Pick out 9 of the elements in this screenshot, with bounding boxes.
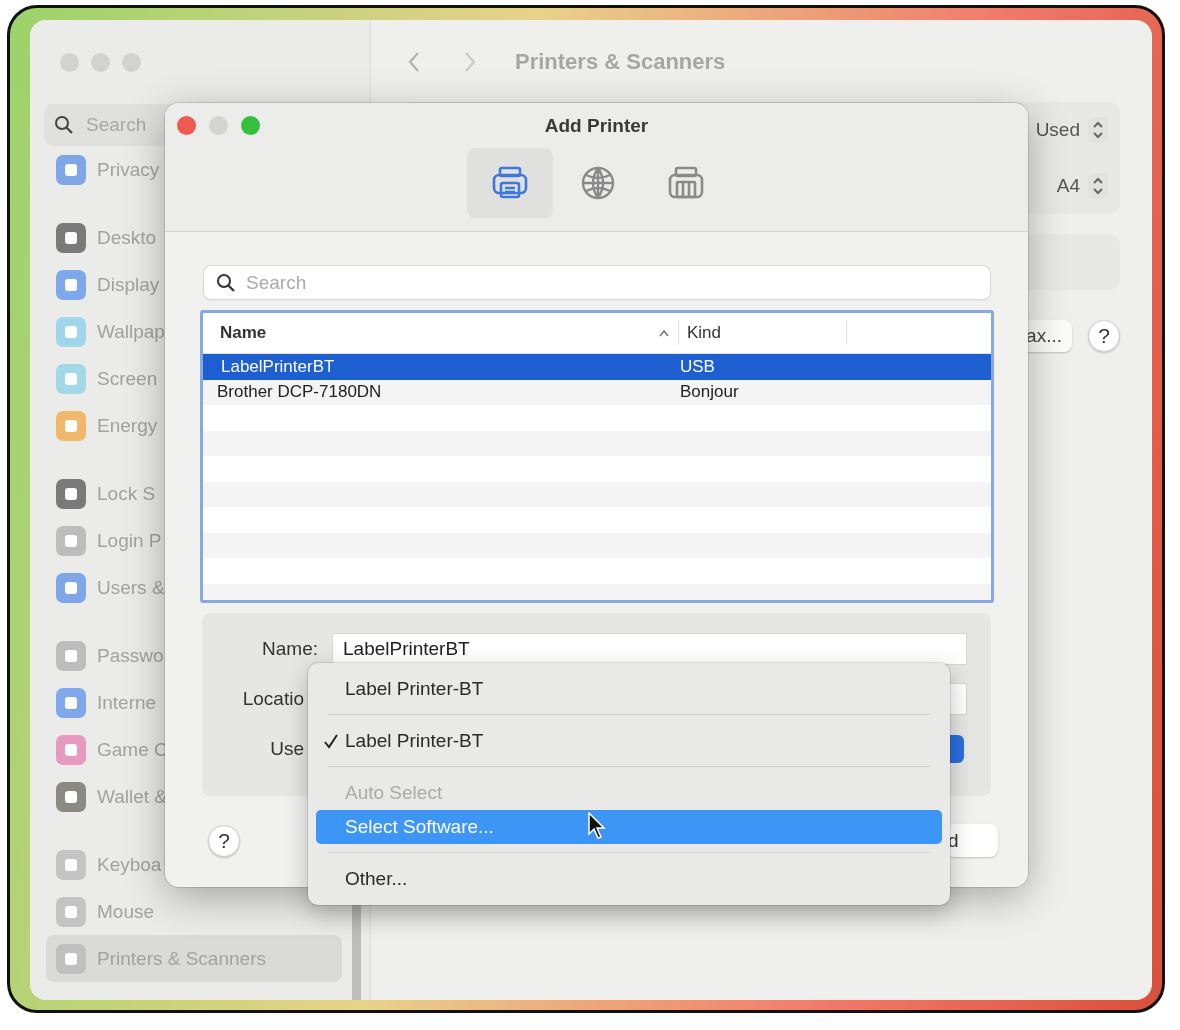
window-title: Printers & Scanners: [515, 49, 726, 75]
printer-name: Brother DCP-7180DN: [216, 382, 383, 403]
field-label: Name:: [261, 638, 318, 660]
printer-kind: USB: [680, 356, 715, 377]
dialog-title: Add Printer: [544, 115, 649, 136]
field-label: Use: [269, 738, 304, 760]
field-label: Locatio: [241, 688, 304, 710]
printer-kind: Bonjour: [680, 382, 739, 403]
printer-name: LabelPrinterBT: [220, 356, 336, 377]
